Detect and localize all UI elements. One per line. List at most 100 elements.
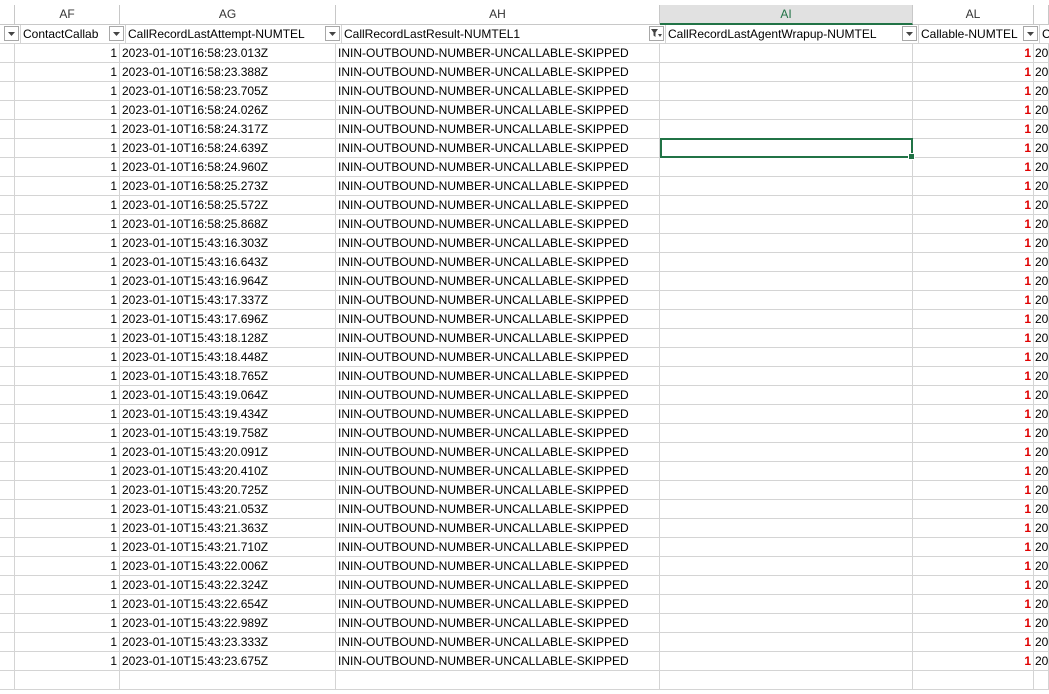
cell-prev[interactable]	[0, 253, 15, 272]
cell-last-attempt[interactable]: 2023-01-10T15:43:19.064Z	[120, 386, 336, 405]
cell-next[interactable]: 20	[1034, 367, 1049, 386]
cell-last-attempt[interactable]: 2023-01-10T15:43:19.434Z	[120, 405, 336, 424]
cell-next[interactable]: 20	[1034, 386, 1049, 405]
cell-last-agent-wrapup[interactable]	[660, 177, 913, 196]
cell-next[interactable]: 20	[1034, 329, 1049, 348]
cell-last-result[interactable]: ININ-OUTBOUND-NUMBER-UNCALLABLE-SKIPPED	[336, 215, 660, 234]
cell-callable[interactable]: 1	[913, 481, 1034, 500]
cell-last-agent-wrapup[interactable]	[660, 215, 913, 234]
cell-next[interactable]: 20	[1034, 576, 1049, 595]
cell-next[interactable]: 20	[1034, 405, 1049, 424]
cell-last-agent-wrapup[interactable]	[660, 500, 913, 519]
cell-callable[interactable]: 1	[913, 215, 1034, 234]
active-cell-selection[interactable]	[660, 138, 915, 160]
cell-last-result[interactable]: ININ-OUTBOUND-NUMBER-UNCALLABLE-SKIPPED	[336, 329, 660, 348]
cell-prev[interactable]	[0, 348, 15, 367]
cell-next[interactable]: 20	[1034, 500, 1049, 519]
cell-next[interactable]: 20	[1034, 538, 1049, 557]
cell-last-attempt[interactable]: 2023-01-10T16:58:23.705Z	[120, 82, 336, 101]
header-contact-callable[interactable]: ContactCallab	[21, 25, 126, 44]
cell-last-agent-wrapup[interactable]	[660, 253, 913, 272]
cell-next[interactable]: 20	[1034, 614, 1049, 633]
cell-callable[interactable]: 1	[913, 538, 1034, 557]
column-letter-ai[interactable]: AI	[660, 5, 913, 25]
cell-last-agent-wrapup[interactable]	[660, 652, 913, 671]
cell-prev[interactable]	[0, 443, 15, 462]
cell-callable[interactable]: 1	[913, 177, 1034, 196]
cell-contact-callable[interactable]: 1	[15, 120, 120, 139]
cell-next[interactable]: 20	[1034, 348, 1049, 367]
cell-last-agent-wrapup[interactable]	[660, 63, 913, 82]
cell-last-attempt[interactable]: 2023-01-10T15:43:16.964Z	[120, 272, 336, 291]
cell-last-attempt[interactable]: 2023-01-10T16:58:25.572Z	[120, 196, 336, 215]
cell-last-result[interactable]: ININ-OUTBOUND-NUMBER-UNCALLABLE-SKIPPED	[336, 348, 660, 367]
cell-last-agent-wrapup[interactable]	[660, 291, 913, 310]
cell-contact-callable[interactable]: 1	[15, 614, 120, 633]
cell-last-agent-wrapup[interactable]	[660, 386, 913, 405]
cell-last-attempt[interactable]: 2023-01-10T15:43:23.333Z	[120, 633, 336, 652]
cell-callable[interactable]: 1	[913, 329, 1034, 348]
dropdown-arrow-icon[interactable]	[1023, 26, 1038, 41]
cell-callable[interactable]: 1	[913, 424, 1034, 443]
cell-last-agent-wrapup[interactable]	[660, 405, 913, 424]
cell-last-attempt[interactable]: 2023-01-10T16:58:24.960Z	[120, 158, 336, 177]
cell-last-result[interactable]: ININ-OUTBOUND-NUMBER-UNCALLABLE-SKIPPED	[336, 44, 660, 63]
cell-last-result[interactable]: ININ-OUTBOUND-NUMBER-UNCALLABLE-SKIPPED	[336, 177, 660, 196]
cell-last-agent-wrapup[interactable]	[660, 633, 913, 652]
cell-last-attempt[interactable]: 2023-01-10T15:43:20.725Z	[120, 481, 336, 500]
fill-handle[interactable]	[908, 153, 915, 160]
cell-next[interactable]: 20	[1034, 177, 1049, 196]
cell-contact-callable[interactable]: 1	[15, 538, 120, 557]
cell-contact-callable[interactable]	[15, 671, 120, 690]
cell-next[interactable]: 20	[1034, 158, 1049, 177]
cell-next[interactable]: 20	[1034, 272, 1049, 291]
dropdown-arrow-icon[interactable]	[325, 26, 340, 41]
cell-last-attempt[interactable]: 2023-01-10T15:43:21.710Z	[120, 538, 336, 557]
cell-contact-callable[interactable]: 1	[15, 44, 120, 63]
cell-last-attempt[interactable]: 2023-01-10T16:58:24.317Z	[120, 120, 336, 139]
cell-prev[interactable]	[0, 405, 15, 424]
cell-last-result[interactable]: ININ-OUTBOUND-NUMBER-UNCALLABLE-SKIPPED	[336, 82, 660, 101]
cell-prev[interactable]	[0, 500, 15, 519]
cell-last-result[interactable]: ININ-OUTBOUND-NUMBER-UNCALLABLE-SKIPPED	[336, 557, 660, 576]
header-last-attempt[interactable]: CallRecordLastAttempt-NUMTEL	[126, 25, 342, 44]
cell-last-attempt[interactable]: 2023-01-10T15:43:23.675Z	[120, 652, 336, 671]
cell-last-attempt[interactable]: 2023-01-10T15:43:18.765Z	[120, 367, 336, 386]
cell-prev[interactable]	[0, 557, 15, 576]
cell-last-agent-wrapup[interactable]	[660, 310, 913, 329]
cell-prev[interactable]	[0, 519, 15, 538]
cell-contact-callable[interactable]: 1	[15, 196, 120, 215]
cell-prev[interactable]	[0, 633, 15, 652]
cell-last-agent-wrapup[interactable]	[660, 329, 913, 348]
cell-last-result[interactable]: ININ-OUTBOUND-NUMBER-UNCALLABLE-SKIPPED	[336, 405, 660, 424]
cell-last-attempt[interactable]	[120, 671, 336, 690]
cell-last-attempt[interactable]: 2023-01-10T16:58:25.868Z	[120, 215, 336, 234]
cell-last-result[interactable]: ININ-OUTBOUND-NUMBER-UNCALLABLE-SKIPPED	[336, 481, 660, 500]
header-last-result[interactable]: CallRecordLastResult-NUMTEL1	[342, 25, 666, 44]
cell-next[interactable]: 20	[1034, 120, 1049, 139]
cell-last-agent-wrapup[interactable]	[660, 158, 913, 177]
cell-last-agent-wrapup[interactable]	[660, 614, 913, 633]
cell-last-result[interactable]: ININ-OUTBOUND-NUMBER-UNCALLABLE-SKIPPED	[336, 120, 660, 139]
cell-contact-callable[interactable]: 1	[15, 576, 120, 595]
cell-prev[interactable]	[0, 481, 15, 500]
cell-prev[interactable]	[0, 82, 15, 101]
cell-contact-callable[interactable]: 1	[15, 82, 120, 101]
cell-prev[interactable]	[0, 367, 15, 386]
cell-last-result[interactable]: ININ-OUTBOUND-NUMBER-UNCALLABLE-SKIPPED	[336, 253, 660, 272]
cell-last-result[interactable]: ININ-OUTBOUND-NUMBER-UNCALLABLE-SKIPPED	[336, 462, 660, 481]
cell-contact-callable[interactable]: 1	[15, 500, 120, 519]
cell-callable[interactable]: 1	[913, 196, 1034, 215]
cell-last-result[interactable]: ININ-OUTBOUND-NUMBER-UNCALLABLE-SKIPPED	[336, 291, 660, 310]
cell-contact-callable[interactable]: 1	[15, 519, 120, 538]
cell-prev[interactable]	[0, 234, 15, 253]
cell-callable[interactable]	[913, 671, 1034, 690]
cell-last-result[interactable]: ININ-OUTBOUND-NUMBER-UNCALLABLE-SKIPPED	[336, 139, 660, 158]
cell-callable[interactable]: 1	[913, 101, 1034, 120]
cell-contact-callable[interactable]: 1	[15, 272, 120, 291]
cell-callable[interactable]: 1	[913, 310, 1034, 329]
cell-last-attempt[interactable]: 2023-01-10T15:43:16.303Z	[120, 234, 336, 253]
cell-last-result[interactable]: ININ-OUTBOUND-NUMBER-UNCALLABLE-SKIPPED	[336, 652, 660, 671]
cell-next[interactable]	[1034, 671, 1049, 690]
cell-callable[interactable]: 1	[913, 614, 1034, 633]
